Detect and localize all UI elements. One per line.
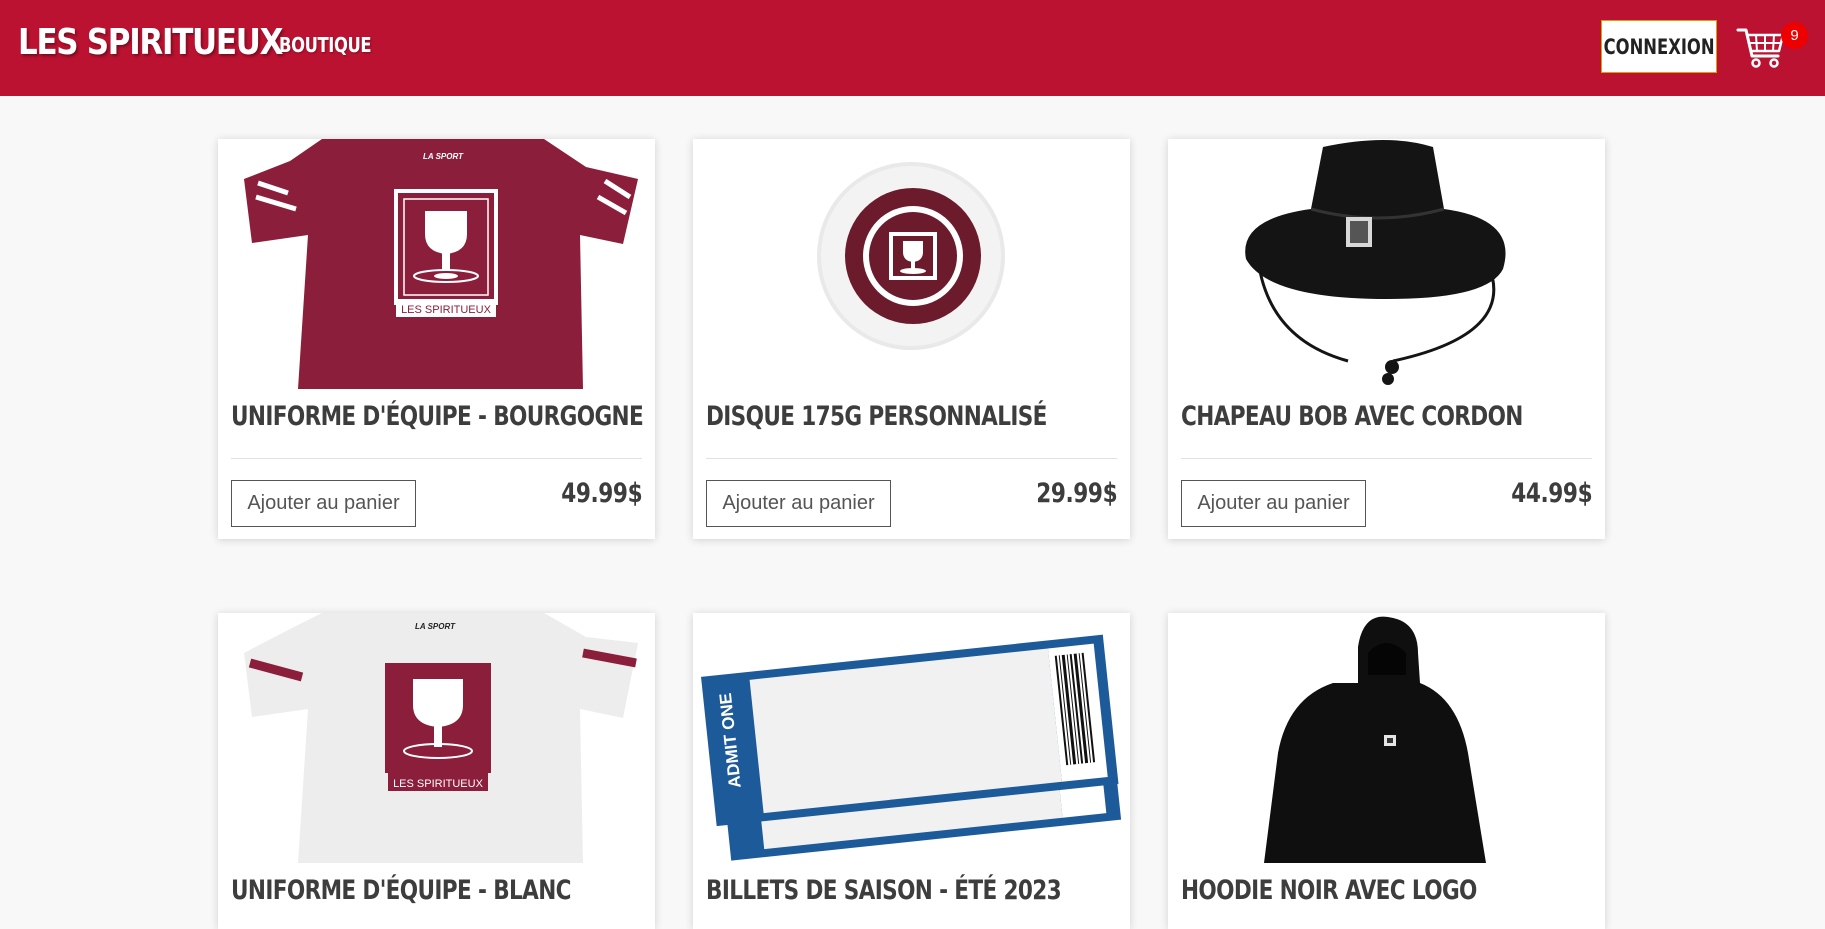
product-card: LA SPORT LES SPIRITUEUX UNIFORME D'ÉQUIP… bbox=[218, 613, 655, 929]
product-card: HOODIE NOIR AVEC LOGO bbox=[1168, 613, 1605, 929]
product-title[interactable]: HOODIE NOIR AVEC LOGO bbox=[1181, 875, 1477, 906]
product-card: LA SPORT LES SPIRITUEUX UNIFORME D'ÉQUIP… bbox=[218, 139, 655, 539]
brand-logo[interactable]: LES SPIRITUEUX bbox=[18, 22, 283, 63]
card-divider bbox=[231, 458, 642, 459]
white-jersey-image[interactable]: LA SPORT LES SPIRITUEUX bbox=[218, 613, 655, 863]
product-price: 44.99$ bbox=[1511, 478, 1592, 509]
jersey-brand-text: LA SPORT bbox=[423, 152, 464, 161]
add-to-cart-button[interactable]: Ajouter au panier bbox=[706, 480, 891, 527]
product-price: 29.99$ bbox=[1036, 478, 1117, 509]
burgundy-jersey-image[interactable]: LA SPORT LES SPIRITUEUX bbox=[218, 139, 655, 389]
product-title[interactable]: BILLETS DE SAISON - ÉTÉ 2023 bbox=[706, 875, 1062, 906]
nav-link-boutique[interactable]: BOUTIQUE bbox=[279, 33, 372, 57]
add-to-cart-button[interactable]: Ajouter au panier bbox=[231, 480, 416, 527]
cart-count-badge: 9 bbox=[1781, 22, 1808, 49]
disc-image[interactable] bbox=[693, 139, 1130, 389]
jersey-brand-text: LA SPORT bbox=[415, 622, 456, 631]
product-title[interactable]: UNIFORME D'ÉQUIPE - BLANC bbox=[231, 875, 572, 906]
product-card: CHAPEAU BOB AVEC CORDON Ajouter au panie… bbox=[1168, 139, 1605, 539]
jersey-logo-text: LES SPIRITUEUX bbox=[393, 778, 484, 790]
product-card: ADMIT ONE BILLETS DE SAISON - ÉTÉ 2023 bbox=[693, 613, 1130, 929]
product-title[interactable]: DISQUE 175G PERSONNALISÉ bbox=[706, 401, 1047, 432]
product-title[interactable]: CHAPEAU BOB AVEC CORDON bbox=[1181, 401, 1523, 432]
card-divider bbox=[1181, 458, 1592, 459]
product-price: 49.99$ bbox=[561, 478, 642, 509]
shopping-cart-icon[interactable] bbox=[1736, 24, 1786, 70]
login-button-label: CONNEXION bbox=[1603, 34, 1715, 59]
tickets-image[interactable]: ADMIT ONE bbox=[693, 613, 1130, 863]
bucket-hat-image[interactable] bbox=[1168, 139, 1605, 389]
black-hoodie-image[interactable] bbox=[1168, 613, 1605, 863]
product-title[interactable]: UNIFORME D'ÉQUIPE - BOURGOGNE bbox=[231, 401, 644, 432]
site-header: LES SPIRITUEUX BOUTIQUE CONNEXION 9 bbox=[0, 0, 1825, 96]
add-to-cart-button[interactable]: Ajouter au panier bbox=[1181, 480, 1366, 527]
jersey-logo-text: LES SPIRITUEUX bbox=[401, 304, 492, 316]
login-button[interactable]: CONNEXION bbox=[1601, 20, 1717, 73]
card-divider bbox=[706, 458, 1117, 459]
product-card: DISQUE 175G PERSONNALISÉ Ajouter au pani… bbox=[693, 139, 1130, 539]
